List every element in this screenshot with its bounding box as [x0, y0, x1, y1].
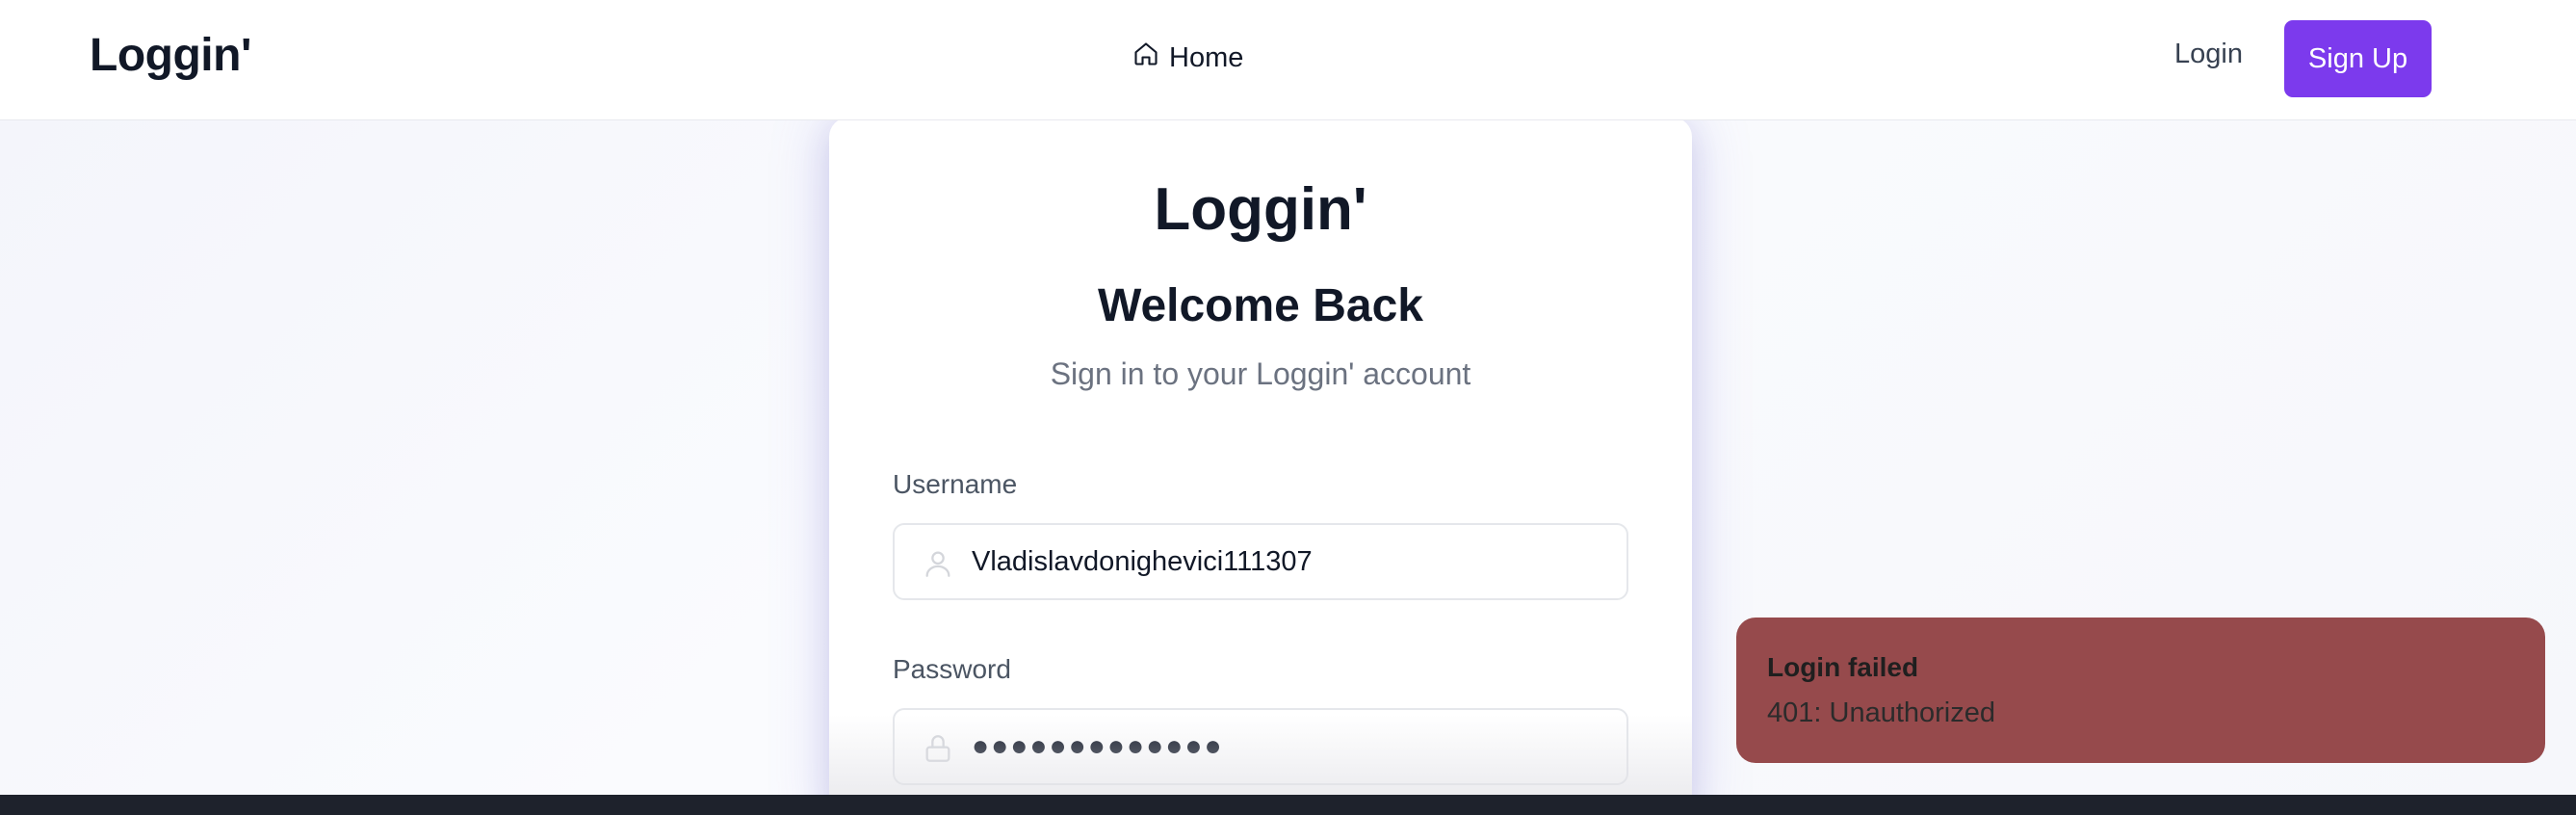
username-field[interactable]	[893, 523, 1628, 600]
top-navbar: Loggin' Home Login Sign Up	[0, 0, 2576, 120]
password-field[interactable]: ●●●●●●●●●●●●●	[893, 708, 1628, 785]
username-label: Username	[893, 469, 1018, 499]
signup-button[interactable]: Sign Up	[2284, 20, 2432, 97]
nav-home-label: Home	[1169, 41, 1244, 73]
brand-logo[interactable]: Loggin'	[90, 29, 251, 82]
toast-description: 401: Unauthorized	[1767, 697, 1995, 728]
welcome-subtitle: Sign in to your Loggin' account	[1050, 356, 1471, 391]
lock-icon	[922, 731, 954, 766]
home-icon	[1132, 40, 1159, 75]
card-brand-title: Loggin'	[1154, 176, 1367, 243]
password-input[interactable]: ●●●●●●●●●●●●●	[972, 710, 1607, 783]
nav-login-link[interactable]: Login	[2174, 39, 2243, 70]
login-card: Loggin' Welcome Back Sign in to your Log…	[829, 118, 1692, 815]
username-input[interactable]	[972, 525, 1607, 598]
user-icon	[922, 546, 954, 581]
toast-title: Login failed	[1767, 652, 1919, 682]
welcome-heading: Welcome Back	[1098, 280, 1423, 331]
error-toast[interactable]: Login failed 401: Unauthorized	[1736, 618, 2545, 763]
nav-home-link[interactable]: Home	[1132, 39, 1243, 77]
password-label: Password	[893, 654, 1011, 684]
bottom-bar	[0, 795, 2576, 815]
